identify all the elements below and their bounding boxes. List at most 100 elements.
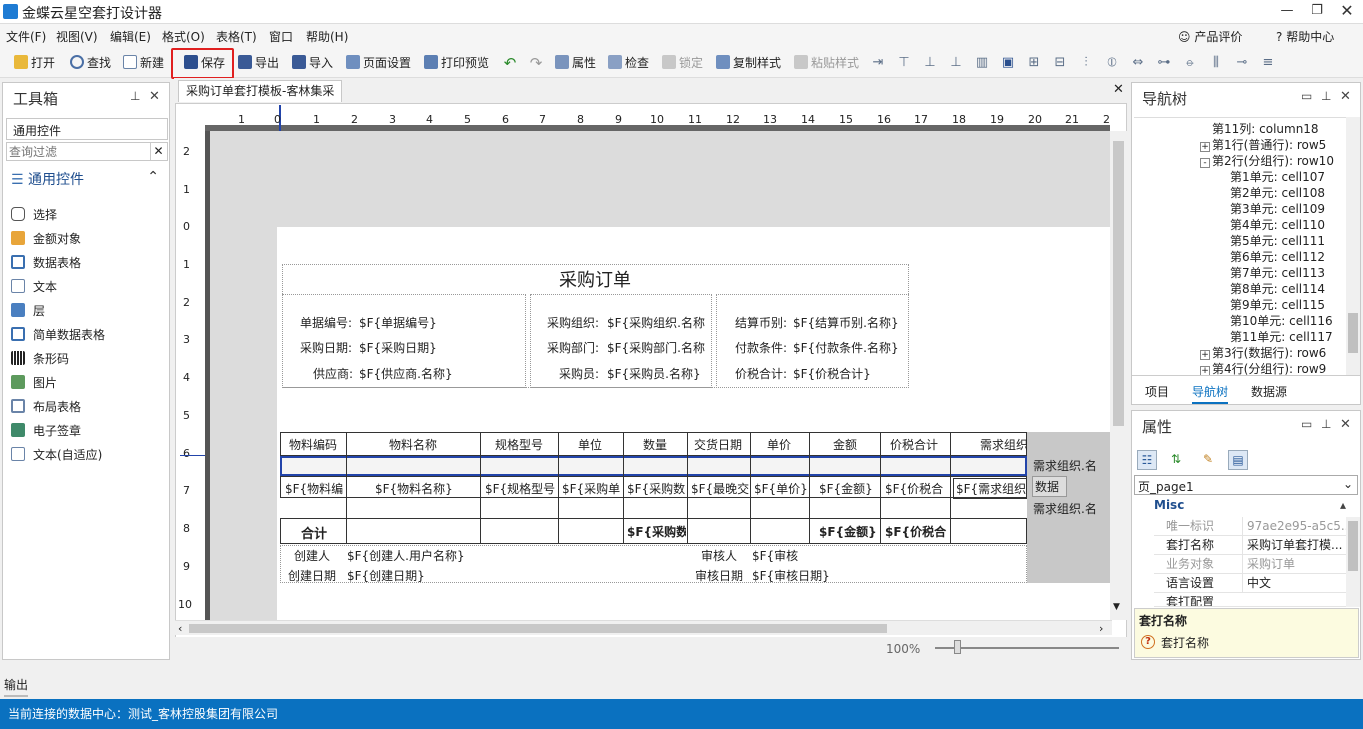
label-purchaser[interactable]: 采购员: <box>559 365 599 382</box>
field-purchase-date[interactable]: $F{采购日期} <box>359 339 525 356</box>
tree-node[interactable]: + 第4行(分组行): row9 <box>1200 360 1326 375</box>
navtree-float-icon[interactable]: ▭ <box>1301 89 1312 103</box>
menu-format[interactable]: 格式(O) <box>162 28 205 45</box>
print-preview-button[interactable]: 打印预览 <box>424 54 489 74</box>
field-audit-date[interactable]: $F{审核日期} <box>752 567 878 584</box>
tree-node[interactable]: 第5单元: cell111 <box>1230 232 1325 249</box>
scroll-left-icon[interactable]: ‹ <box>178 622 182 635</box>
lock-button[interactable]: 锁定 <box>662 54 703 74</box>
categorized-icon[interactable]: ☷ <box>1137 450 1157 470</box>
cell-amount[interactable]: $F{金额} <box>819 480 879 497</box>
field-currency[interactable]: $F{结算币别.名称} <box>793 314 907 331</box>
label-purchase-date[interactable]: 采购日期: <box>300 339 352 356</box>
tool-adaptive-text[interactable]: 文本(自适应) <box>11 444 102 466</box>
cell-unit[interactable]: $F{采购单 <box>562 480 622 497</box>
tool-simple-table[interactable]: 简单数据表格 <box>11 324 105 346</box>
cell-tax-total[interactable]: $F{价税合 <box>885 480 949 497</box>
field-total-tax[interactable]: $F{价税合计} <box>793 365 907 382</box>
align-top-icon[interactable]: ⊥ <box>922 55 938 71</box>
tool-e-seal[interactable]: 电子签章 <box>11 420 81 442</box>
label-total-tax[interactable]: 价税合计: <box>735 365 787 382</box>
tab-datasource[interactable]: 数据源 <box>1251 383 1287 400</box>
tree-node[interactable]: + 第1行(普通行): row5 <box>1200 136 1326 153</box>
label-audit-date[interactable]: 审核日期 <box>695 567 743 584</box>
tree-node[interactable]: + 第3行(数据行): row6 <box>1200 344 1326 361</box>
col-header-tax-total[interactable]: 价税合计 <box>890 436 938 453</box>
props-close-icon[interactable]: ✕ <box>1340 417 1351 432</box>
vertical-scrollbar[interactable]: ▼ <box>1110 131 1127 620</box>
prop-row-business-object[interactable]: 业务对象 采购订单 <box>1154 555 1352 574</box>
col-header-qty[interactable]: 数量 <box>643 436 667 453</box>
toolbox-group-header[interactable]: ☰ 通用控件 ⌃ <box>11 169 161 189</box>
navtree-pin-icon[interactable]: ⊥ <box>1321 89 1331 103</box>
tool-image[interactable]: 图片 <box>11 372 57 394</box>
menu-table[interactable]: 表格(T) <box>216 28 257 45</box>
minimize-button[interactable]: — <box>1272 0 1302 24</box>
tree-node[interactable]: 第6单元: cell112 <box>1230 248 1325 265</box>
open-button[interactable]: 打开 <box>14 54 55 74</box>
tool-data-table[interactable]: 数据表格 <box>11 252 81 274</box>
property-pages-icon[interactable]: ▤ <box>1228 450 1248 470</box>
prop-row-uid[interactable]: 唯一标识 97ae2e95-a5c5... <box>1154 517 1352 536</box>
rate-link[interactable]: ☺ 产品评价 <box>1178 28 1242 45</box>
distribute-icon[interactable]: ⫶ <box>1078 55 1094 71</box>
tree-node[interactable]: 第3单元: cell109 <box>1230 200 1325 217</box>
help-center-link[interactable]: ? 帮助中心 <box>1276 28 1334 45</box>
tool-barcode[interactable]: 条形码 <box>11 348 69 370</box>
import-button[interactable]: 导入 <box>292 54 333 74</box>
close-button[interactable]: ✕ <box>1332 0 1362 24</box>
tool-amount[interactable]: 金额对象 <box>11 228 81 250</box>
tree-node[interactable]: - 第2行(分组行): row10 <box>1200 152 1334 169</box>
col-header-spec[interactable]: 规格型号 <box>495 436 543 453</box>
cell-delivery-date[interactable]: $F{最晚交 <box>691 480 749 497</box>
document-tab[interactable]: 采购订单套打模板-客林集采 <box>178 80 342 102</box>
props-float-icon[interactable]: ▭ <box>1301 417 1312 431</box>
scroll-down-icon[interactable]: ▼ <box>1113 602 1120 612</box>
tree-node[interactable]: 第2单元: cell108 <box>1230 184 1325 201</box>
prop-row-language[interactable]: 语言设置 中文 <box>1154 574 1352 593</box>
export-button[interactable]: 导出 <box>238 54 279 74</box>
new-button[interactable]: 新建 <box>123 54 164 74</box>
category-misc[interactable]: Misc ▴ <box>1154 498 1352 516</box>
total-amount[interactable]: $F{金额} <box>819 523 879 540</box>
tree-scroll-thumb[interactable] <box>1348 313 1358 353</box>
menu-file[interactable]: 文件(F) <box>6 28 46 45</box>
menu-view[interactable]: 视图(V) <box>56 28 98 45</box>
expand-icon[interactable]: + <box>1200 350 1210 360</box>
split-icon[interactable]: ⊟ <box>1052 55 1068 71</box>
v-spacing-icon[interactable]: ⊸ <box>1234 55 1250 71</box>
table-group-row-selected[interactable] <box>280 456 1027 476</box>
center-v-icon[interactable]: ⦵ <box>1182 55 1198 71</box>
copy-style-button[interactable]: 复制样式 <box>716 54 781 74</box>
same-height-icon[interactable]: ⊶ <box>1156 55 1172 71</box>
label-created-date[interactable]: 创建日期 <box>288 567 336 584</box>
col-header-demand-org[interactable]: 需求组织 <box>980 436 1027 453</box>
menu-edit[interactable]: 编辑(E) <box>110 28 151 45</box>
edit-icon[interactable]: ✎ <box>1198 450 1218 470</box>
cell-material-code[interactable]: $F{物料编 <box>285 480 345 497</box>
tree-node[interactable]: 第1单元: cell107 <box>1230 168 1325 185</box>
field-auditor[interactable]: $F{审核 <box>752 547 808 564</box>
tool-layer[interactable]: 层 <box>11 300 45 322</box>
pin-icon[interactable]: ⊥ <box>130 89 140 103</box>
horizontal-scrollbar[interactable]: ‹ › <box>175 620 1112 635</box>
col-header-delivery-date[interactable]: 交货日期 <box>694 436 742 453</box>
label-payment-terms[interactable]: 付款条件: <box>735 339 787 356</box>
tool-text[interactable]: 文本 <box>11 276 57 298</box>
props-scrollbar[interactable] <box>1346 517 1360 607</box>
merge-icon[interactable]: ⊞ <box>1026 55 1042 71</box>
col-header-amount[interactable]: 金额 <box>833 436 857 453</box>
cell-price[interactable]: $F{单价} <box>754 480 808 497</box>
save-layout-icon[interactable]: ▣ <box>1000 55 1016 71</box>
output-tab[interactable]: 输出 <box>4 676 29 697</box>
check-button[interactable]: 检查 <box>608 54 649 74</box>
tree-node[interactable]: 第11单元: cell117 <box>1230 328 1333 345</box>
tree-icon[interactable]: ⊤ <box>896 55 912 71</box>
tree-node[interactable]: 第4单元: cell110 <box>1230 216 1325 233</box>
toolbox-tab[interactable]: 通用控件 <box>6 118 168 140</box>
col-header-material-code[interactable]: 物料编码 <box>289 436 337 453</box>
col-header-material-name[interactable]: 物料名称 <box>389 436 437 453</box>
tool-layout-table[interactable]: 布局表格 <box>11 396 81 418</box>
h-spacing-icon[interactable]: ⫼ <box>1208 55 1224 71</box>
toolbox-close-icon[interactable]: ✕ <box>149 89 160 104</box>
